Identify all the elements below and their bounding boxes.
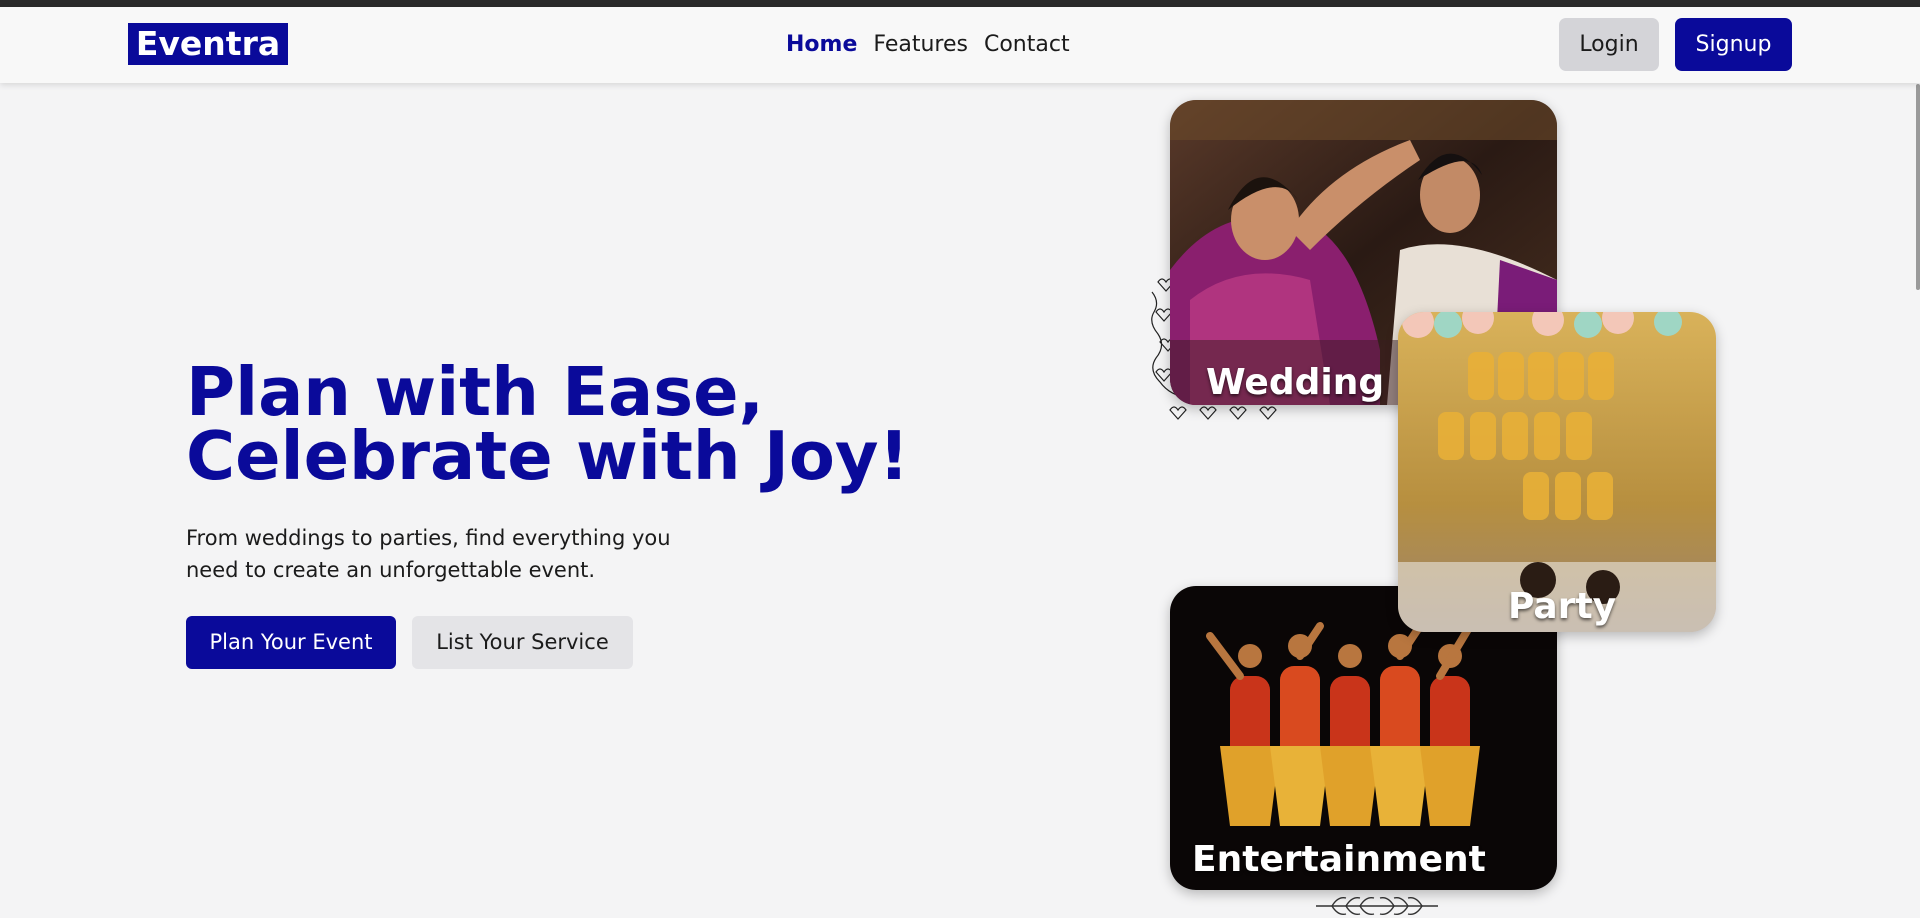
laurel-doodle-icon (1316, 896, 1438, 916)
nav-link-home[interactable]: Home (786, 31, 857, 59)
navbar: Eventra Home Features Contact Login Sign… (0, 7, 1920, 83)
plan-your-event-button[interactable]: Plan Your Event (186, 616, 396, 669)
party-photo-image (1398, 312, 1716, 632)
entertainment-card-label: Entertainment (1192, 839, 1486, 880)
hero-subtitle: From weddings to parties, find everythin… (186, 526, 671, 582)
brand-logo[interactable]: Eventra (128, 23, 288, 65)
nav-link-contact[interactable]: Contact (984, 31, 1070, 59)
signup-button[interactable]: Signup (1675, 18, 1792, 71)
list-your-service-button[interactable]: List Your Service (412, 616, 633, 669)
wedding-card-label: Wedding (1206, 362, 1385, 403)
hero-title-line-2: Celebrate with Joy! (186, 417, 910, 495)
login-button[interactable]: Login (1559, 18, 1659, 71)
party-card[interactable]: Party (1398, 312, 1716, 632)
party-card-label: Party (1508, 586, 1617, 627)
browser-top-strip (0, 0, 1920, 7)
nav-link-features[interactable]: Features (873, 31, 968, 59)
main-nav: Home Features Contact (786, 31, 1070, 59)
hero-title: Plan with Ease, Celebrate with Joy! (186, 359, 946, 490)
page-scrollbar-thumb[interactable] (1916, 84, 1920, 290)
